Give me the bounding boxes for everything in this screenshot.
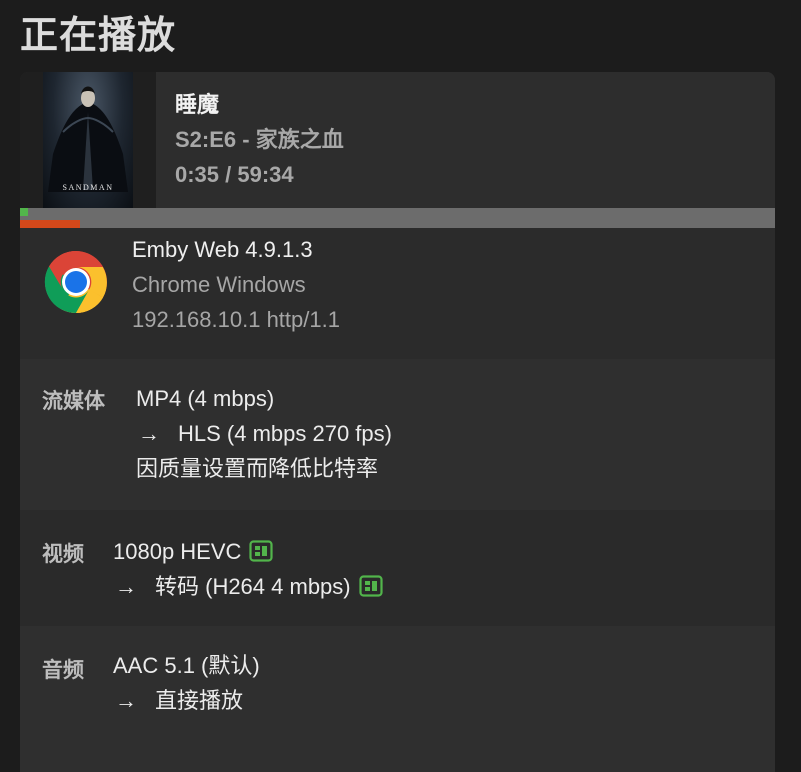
client-details: Emby Web 4.9.1.3 Chrome Windows 192.168.… xyxy=(132,232,340,337)
arrow-icon: → xyxy=(115,688,137,713)
video-details: 1080p HEVC → 转码 (H264 4 mbps) xyxy=(113,534,383,604)
client-app-version: Emby Web 4.9.1.3 xyxy=(132,237,313,262)
poster-caption: SANDMAN xyxy=(62,183,114,192)
audio-label: 音频 xyxy=(42,659,84,682)
session-meta: 睡魔 S2:E6 - 家族之血 0:35 / 59:34 xyxy=(175,88,344,192)
series-title[interactable]: 睡魔 xyxy=(175,88,344,122)
poster-image[interactable]: SANDMAN xyxy=(43,72,133,208)
session-header: SANDMAN 睡魔 S2:E6 - 家族之血 0:35 / 59:34 xyxy=(20,72,775,208)
audio-target: 直接播放 xyxy=(155,688,244,713)
poster-frame: SANDMAN xyxy=(20,72,156,208)
page-title: 正在播放 xyxy=(20,15,177,57)
stream-section: 流媒体 MP4 (4 mbps) → HLS (4 mbps 270 fps) 因… xyxy=(20,359,775,510)
stream-details: MP4 (4 mbps) → HLS (4 mbps 270 fps) 因质量设置… xyxy=(136,381,392,486)
video-target: 转码 (H264 4 mbps) xyxy=(155,574,351,599)
chrome-icon xyxy=(44,250,107,314)
video-section: 视频 1080p HEVC → 转码 (H264 4 mbps) xyxy=(20,510,775,626)
hardware-acceleration-icon xyxy=(359,575,383,597)
audio-section: 音频 AAC 5.1 (默认) → 直接播放 xyxy=(20,626,775,772)
video-label: 视频 xyxy=(42,543,84,566)
client-device: Chrome Windows xyxy=(132,272,306,297)
stream-target-line: → HLS (4 mbps 270 fps) xyxy=(136,416,392,451)
played-progress xyxy=(20,208,28,216)
video-target-line: → 转码 (H264 4 mbps) xyxy=(113,569,383,604)
client-info: Emby Web 4.9.1.3 Chrome Windows 192.168.… xyxy=(20,228,775,359)
video-source: 1080p HEVC xyxy=(113,539,242,564)
stream-label: 流媒体 xyxy=(42,390,105,413)
playback-progress-bar xyxy=(20,208,775,228)
transcode-progress xyxy=(20,220,80,228)
stream-source: MP4 (4 mbps) xyxy=(136,386,275,411)
client-address: 192.168.10.1 http/1.1 xyxy=(132,307,340,332)
playback-time: 0:35 / 59:34 xyxy=(175,162,294,187)
audio-target-line: → 直接播放 xyxy=(113,683,260,718)
stream-reason: 因质量设置而降低比特率 xyxy=(136,456,379,481)
audio-source: AAC 5.1 (默认) xyxy=(113,653,260,678)
stream-target: HLS (4 mbps 270 fps) xyxy=(178,421,392,446)
episode-title[interactable]: S2:E6 - 家族之血 xyxy=(175,122,344,157)
arrow-icon: → xyxy=(115,574,137,599)
audio-details: AAC 5.1 (默认) → 直接播放 xyxy=(113,648,260,718)
video-source-line: 1080p HEVC xyxy=(113,534,383,569)
now-playing-card[interactable]: SANDMAN 睡魔 S2:E6 - 家族之血 0:35 / 59:34 Emb… xyxy=(20,72,775,772)
arrow-icon: → xyxy=(138,421,160,446)
hardware-acceleration-icon xyxy=(249,540,274,562)
